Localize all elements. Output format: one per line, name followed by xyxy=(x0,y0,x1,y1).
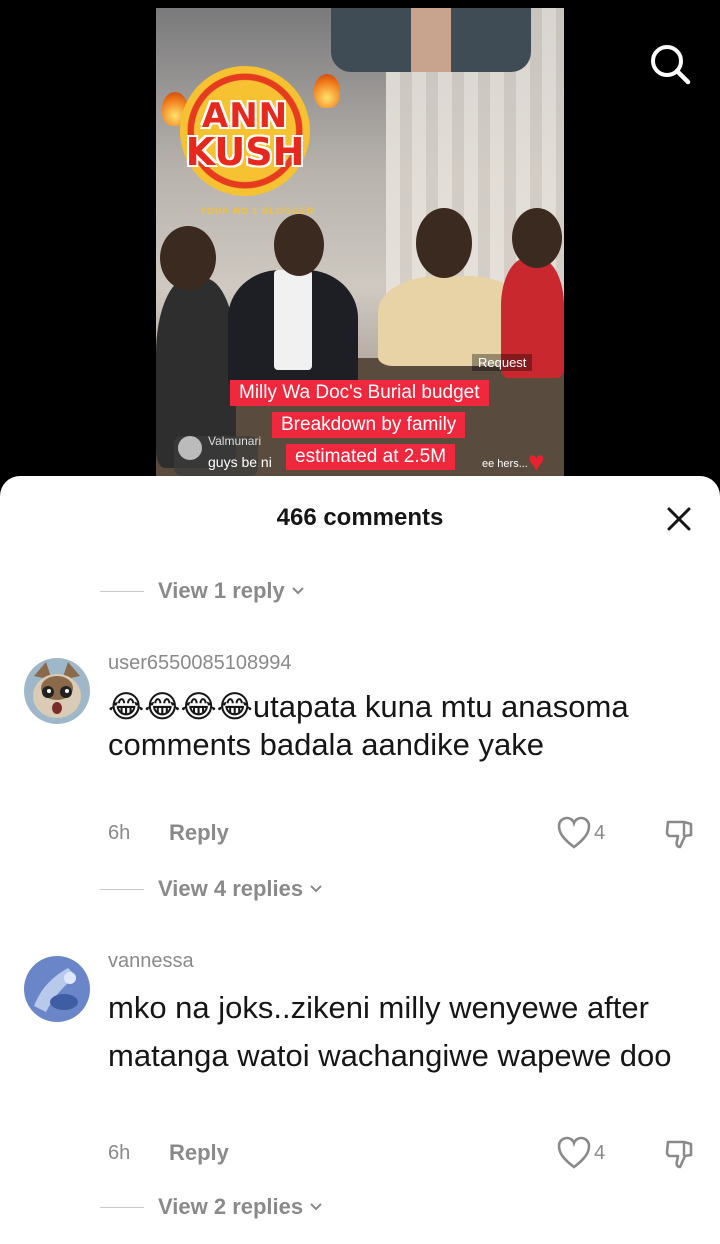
view-replies-button[interactable]: View 2 replies xyxy=(100,1194,323,1220)
dislike-button[interactable] xyxy=(664,1138,696,1170)
comment-time: 6h xyxy=(108,822,131,844)
caption-line-3: estimated at 2.5M xyxy=(286,444,456,470)
laughing-emoji: 😂😂😂😂 xyxy=(108,689,253,725)
chevron-down-icon xyxy=(310,885,322,893)
video-thumbnail: ANN KUSH YOUR NO 1 BLOGGER Request Milly… xyxy=(156,8,564,476)
view-replies-label: View 1 reply xyxy=(158,578,285,603)
like-button[interactable]: 4 xyxy=(556,816,605,850)
view-replies-label: View 4 replies xyxy=(158,876,304,901)
search-button[interactable] xyxy=(645,40,695,90)
thumbs-down-icon xyxy=(665,820,693,849)
heart-icon: ♥ xyxy=(528,446,545,476)
view-replies-button[interactable]: View 1 reply xyxy=(100,578,305,604)
comment-text: 😂😂😂😂utapata kuna mtu anasoma comments ba… xyxy=(108,688,698,763)
comment-username[interactable]: user6550085108994 xyxy=(108,652,292,675)
heart-outline-icon xyxy=(557,1136,591,1169)
close-icon xyxy=(667,507,691,531)
search-icon xyxy=(651,45,691,85)
blue-photo-avatar-icon xyxy=(24,956,90,1022)
request-tag: Request xyxy=(472,354,533,371)
divider-line xyxy=(100,888,144,890)
caption-line-1: Milly Wa Doc's Burial budget xyxy=(230,380,489,406)
view-replies-label: View 2 replies xyxy=(158,1194,304,1219)
live-comment-text: guys be ni xyxy=(208,454,272,470)
shirt xyxy=(274,270,312,370)
caption-line-2: Breakdown by family xyxy=(272,412,466,438)
live-comment-user: Valmunari xyxy=(208,434,262,448)
person-center-right-head xyxy=(416,208,472,278)
dislike-button[interactable] xyxy=(664,818,696,850)
avatar[interactable] xyxy=(24,658,90,724)
cat-avatar-icon xyxy=(24,658,90,724)
logo-tagline: YOUR NO 1 BLOGGER xyxy=(200,206,315,216)
avatar[interactable] xyxy=(24,956,90,1022)
ann-kush-logo: ANN KUSH xyxy=(180,66,310,196)
comments-sheet: 466 comments View 1 reply user6550085108… xyxy=(0,476,720,1244)
comments-count-title: 466 comments xyxy=(276,504,444,531)
live-comment-overlay: Valmunari guys be ni xyxy=(174,434,272,476)
person-right-head xyxy=(512,208,562,268)
divider-line xyxy=(100,1206,144,1208)
divider-line xyxy=(100,590,144,592)
comment-time: 6h xyxy=(108,1142,131,1164)
comment-username[interactable]: vannessa xyxy=(108,950,194,973)
person-center-left-head xyxy=(274,214,324,276)
chevron-down-icon xyxy=(310,1203,322,1211)
reply-button[interactable]: Reply xyxy=(169,820,229,846)
like-count: 4 xyxy=(594,1141,606,1164)
chevron-down-icon xyxy=(292,587,304,595)
live-comment-avatar xyxy=(178,436,202,460)
flame-icon xyxy=(314,74,340,108)
like-count: 4 xyxy=(594,821,606,844)
close-button[interactable] xyxy=(662,502,696,536)
presenter-figure xyxy=(331,8,531,72)
reply-button[interactable]: Reply xyxy=(169,1140,229,1166)
live-comment-side-text: ee hers... xyxy=(482,458,528,470)
thumbs-down-icon xyxy=(665,1140,693,1169)
like-button[interactable]: 4 xyxy=(556,1136,605,1170)
logo-line2: KUSH xyxy=(185,130,305,174)
video-player[interactable]: ANN KUSH YOUR NO 1 BLOGGER Request Milly… xyxy=(0,0,720,500)
person-left-head xyxy=(160,226,216,290)
heart-outline-icon xyxy=(557,816,591,849)
comment-text: mko na joks..zikeni milly wenyewe after … xyxy=(108,990,672,1073)
view-replies-button[interactable]: View 4 replies xyxy=(100,876,323,902)
